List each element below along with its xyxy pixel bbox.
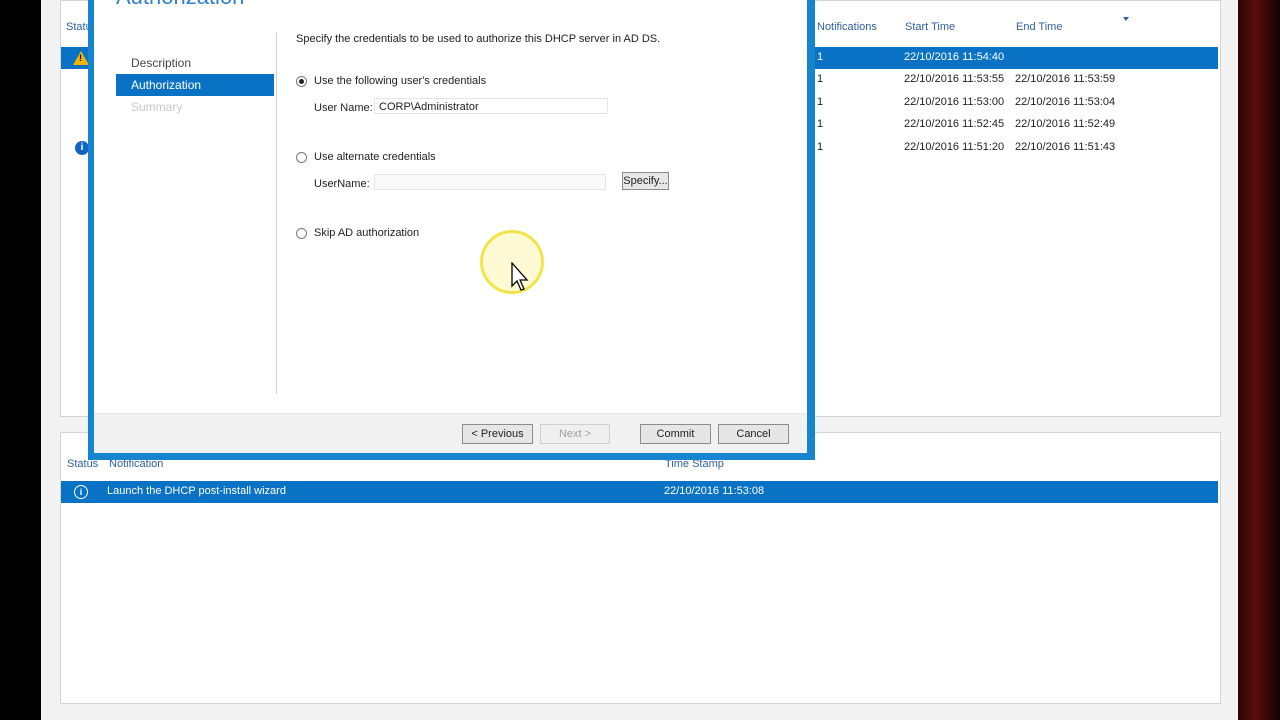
task-end-time: 22/10/2016 11:53:59 — [1015, 73, 1116, 85]
radio-label: Use the following user's credentials — [314, 75, 487, 87]
task-notification-count: 1 — [817, 73, 824, 85]
notifications-panel: Status Notification Time Stamp i Launch … — [60, 432, 1221, 704]
sort-descending-icon — [1123, 17, 1129, 21]
next-button: Next > — [540, 424, 610, 444]
notification-text: Launch the DHCP post-install wizard — [107, 485, 286, 497]
radio-label: Skip AD authorization — [314, 227, 420, 239]
task-start-time: 22/10/2016 11:53:55 — [904, 73, 1005, 85]
alt-user-name-field[interactable] — [374, 174, 606, 190]
cancel-button[interactable]: Cancel — [718, 424, 789, 444]
notification-time: 22/10/2016 11:53:08 — [664, 485, 765, 497]
user-name-field[interactable]: CORP\Administrator — [374, 98, 608, 114]
commit-button[interactable]: Commit — [640, 424, 711, 444]
task-notification-count: 1 — [817, 141, 824, 153]
task-notification-count: 1 — [817, 51, 824, 63]
wizard-nav: Description Authorization Summary — [116, 52, 274, 118]
nav-divider — [276, 32, 277, 394]
task-header-notifications[interactable]: Notifications — [817, 21, 877, 37]
nav-item-description[interactable]: Description — [116, 52, 274, 74]
radio-button-checked[interactable] — [296, 75, 307, 87]
task-start-time: 22/10/2016 11:52:45 — [904, 118, 1005, 130]
dialog-title: Authorization — [116, 0, 244, 10]
radio-button[interactable] — [296, 151, 307, 163]
dialog-footer: < Previous Next > Commit Cancel — [94, 413, 807, 453]
specify-button[interactable]: Specify... — [622, 172, 669, 190]
radio-skip-authorization[interactable]: Skip AD authorization — [296, 225, 419, 241]
task-notification-count: 1 — [817, 118, 824, 130]
task-start-time: 22/10/2016 11:53:00 — [904, 96, 1005, 108]
task-start-time: 22/10/2016 11:51:20 — [904, 141, 1005, 153]
task-end-time: 22/10/2016 11:51:43 — [1015, 141, 1116, 153]
task-header-end-time[interactable]: End Time — [1016, 21, 1062, 37]
nav-item-authorization[interactable]: Authorization — [116, 74, 274, 96]
alt-user-name-label: UserName: — [314, 178, 370, 190]
mouse-pointer-icon — [511, 262, 529, 291]
radio-alternate-credentials[interactable]: Use alternate credentials — [296, 149, 436, 165]
notification-row[interactable]: i Launch the DHCP post-install wizard 22… — [61, 481, 1218, 503]
intro-text: Specify the credentials to be used to au… — [296, 33, 661, 45]
dhcp-post-install-dialog: Authorization Description Authorization … — [88, 0, 815, 460]
info-icon: i — [75, 141, 89, 155]
radio-label: Use alternate credentials — [314, 151, 436, 163]
info-icon: i — [74, 485, 88, 499]
warning-icon — [73, 51, 89, 65]
task-notification-count: 1 — [817, 96, 824, 108]
task-end-time: 22/10/2016 11:52:49 — [1015, 118, 1116, 130]
task-start-time: 22/10/2016 11:54:40 — [904, 51, 1005, 63]
radio-user-credentials[interactable]: Use the following user's credentials — [296, 73, 486, 89]
previous-button[interactable]: < Previous — [462, 424, 533, 444]
nav-item-summary: Summary — [131, 100, 183, 114]
radio-button[interactable] — [296, 227, 307, 239]
task-header-start-time[interactable]: Start Time — [905, 21, 955, 37]
task-end-time: 22/10/2016 11:53:04 — [1015, 96, 1116, 108]
dialog-body: Authorization Description Authorization … — [94, 0, 807, 453]
user-name-label: User Name: — [314, 102, 373, 114]
desktop-edge — [1238, 0, 1280, 720]
